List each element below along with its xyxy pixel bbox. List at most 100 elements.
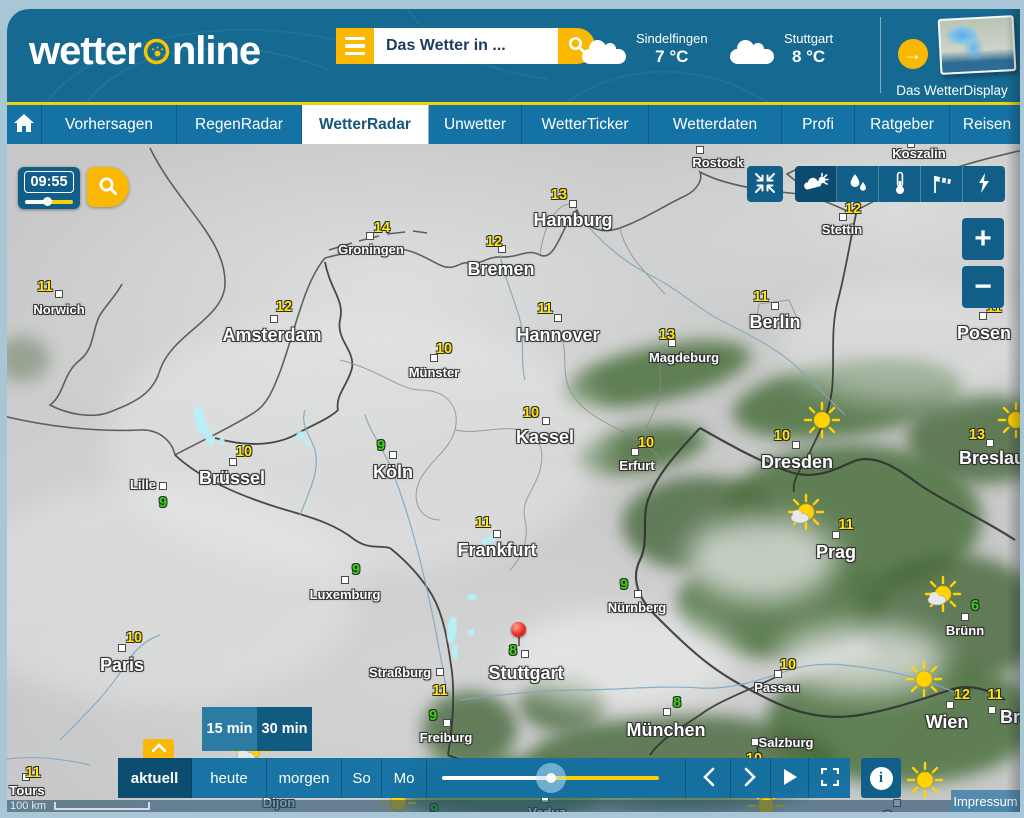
radar-echo (306, 440, 311, 447)
zoom-out-button[interactable]: − (962, 266, 1004, 308)
sun-icon (904, 659, 944, 699)
layer-wind-button[interactable] (921, 166, 963, 202)
map-search-button[interactable] (87, 167, 129, 207)
city-marker (542, 417, 550, 425)
sun-icon (786, 492, 826, 532)
expand-timeline-button[interactable] (143, 739, 174, 758)
timeline-tab[interactable]: Mo (382, 758, 427, 798)
info-icon: i (870, 767, 893, 790)
chevron-left-icon (702, 767, 715, 790)
city-temperature: 9 (429, 708, 437, 724)
step-forward-button[interactable] (730, 758, 770, 798)
search-bar (336, 28, 595, 64)
location-temp: 8 °C (784, 47, 833, 67)
layer-temperature-button[interactable] (879, 166, 921, 202)
interval-option[interactable]: 30 min (257, 707, 312, 751)
main-nav: VorhersagenRegenRadarWetterRadarUnwetter… (7, 105, 1020, 144)
promo-caption: Das WetterDisplay (887, 83, 1017, 98)
cloud-icon (582, 49, 626, 64)
nav-item-label: Profi (802, 116, 834, 134)
header-location-stuttgart[interactable]: Stuttgart 8 °C (730, 31, 833, 67)
site-header: wetternline Sindelfingen 7 °C Stuttgart … (7, 9, 1020, 102)
interval-option[interactable]: 15 min (202, 707, 257, 751)
city-label: Magdeburg (649, 350, 719, 365)
lightning-icon (976, 172, 992, 197)
fullscreen-icon (821, 768, 839, 789)
time-display[interactable]: 09:55 (18, 167, 80, 209)
city-marker (270, 315, 278, 323)
nav-item-label: Wetterdaten (673, 116, 757, 134)
timeline-tab[interactable]: So (342, 758, 382, 798)
timeline-slider[interactable] (427, 758, 685, 798)
layer-weatherradar-button[interactable] (795, 166, 837, 202)
step-back-button[interactable] (685, 758, 730, 798)
windsock-icon (930, 172, 954, 197)
city-label: Kassel (516, 427, 574, 448)
city-marker (55, 290, 63, 298)
city-label: Frankfurt (457, 540, 536, 561)
nav-home-button[interactable] (7, 105, 42, 144)
time-mini-slider[interactable] (25, 198, 73, 206)
city-marker (389, 451, 397, 459)
city-temperature: 12 (486, 234, 502, 250)
city-marker (118, 644, 126, 652)
city-marker (159, 482, 167, 490)
nav-item[interactable]: Reisen (950, 105, 1020, 144)
timeline-tab[interactable]: heute (192, 758, 267, 798)
sun-icon (905, 760, 945, 800)
nav-item[interactable]: Ratgeber (855, 105, 950, 144)
city-marker (366, 232, 374, 240)
city-label: Straßburg (369, 665, 431, 680)
nav-item[interactable]: WetterRadar (302, 105, 429, 144)
layer-lightning-button[interactable] (963, 166, 1005, 202)
search-icon (97, 175, 119, 200)
layer-rain-button[interactable] (837, 166, 879, 202)
collapse-toolbar-button[interactable] (747, 166, 783, 202)
city-label: Breslau (959, 448, 1020, 469)
nav-item[interactable]: Wetterdaten (649, 105, 782, 144)
chevron-up-icon (151, 741, 167, 756)
sun-icon (996, 400, 1020, 440)
city-marker (986, 439, 994, 447)
city-temperature: 8 (509, 643, 517, 659)
play-button[interactable] (770, 758, 808, 798)
city-label: Bremen (467, 259, 534, 280)
city-label: Münster (409, 365, 460, 380)
zoom-in-button[interactable]: + (962, 218, 1004, 260)
city-temperature: 13 (551, 187, 567, 203)
city-label: München (627, 720, 706, 741)
nav-item[interactable]: Unwetter (429, 105, 522, 144)
header-location-sindelfingen[interactable]: Sindelfingen 7 °C (582, 31, 708, 67)
nav-item[interactable]: Profi (782, 105, 855, 144)
impressum-link[interactable]: Impressum (951, 790, 1020, 812)
weather-radar-map[interactable]: Norwich 11 Groningen 14 Bremen 12 Hambur… (7, 144, 1020, 812)
location-name: Stuttgart (784, 31, 833, 46)
city-temperature: 13 (969, 427, 985, 443)
timeline-tab[interactable]: morgen (267, 758, 342, 798)
sun-icon (923, 574, 963, 614)
menu-button[interactable] (336, 28, 374, 64)
city-marker (443, 719, 451, 727)
wetterdisplay-thumbnail[interactable] (938, 15, 1017, 75)
city-label: Groningen (338, 242, 404, 257)
city-label: Brünn (946, 623, 984, 638)
promo-arrow-button[interactable]: → (898, 39, 928, 69)
nav-item[interactable]: WetterTicker (522, 105, 649, 144)
logo[interactable]: wetternline (29, 27, 260, 76)
location-name: Sindelfingen (636, 31, 708, 46)
city-label: Bra (1000, 707, 1020, 728)
city-marker (554, 314, 562, 322)
nav-item[interactable]: RegenRadar (177, 105, 302, 144)
home-icon (13, 113, 35, 136)
info-button[interactable]: i (861, 758, 901, 798)
search-input[interactable] (374, 28, 558, 64)
city-label: Posen (957, 323, 1011, 344)
slider-knob[interactable] (546, 773, 556, 783)
nav-item[interactable]: Vorhersagen (42, 105, 177, 144)
city-label: Erfurt (619, 458, 654, 473)
city-temperature: 14 (374, 220, 390, 236)
fullscreen-button[interactable] (808, 758, 850, 798)
radar-echo (220, 437, 225, 445)
city-temperature: 11 (753, 289, 768, 305)
timeline-tab[interactable]: aktuell (118, 758, 192, 798)
